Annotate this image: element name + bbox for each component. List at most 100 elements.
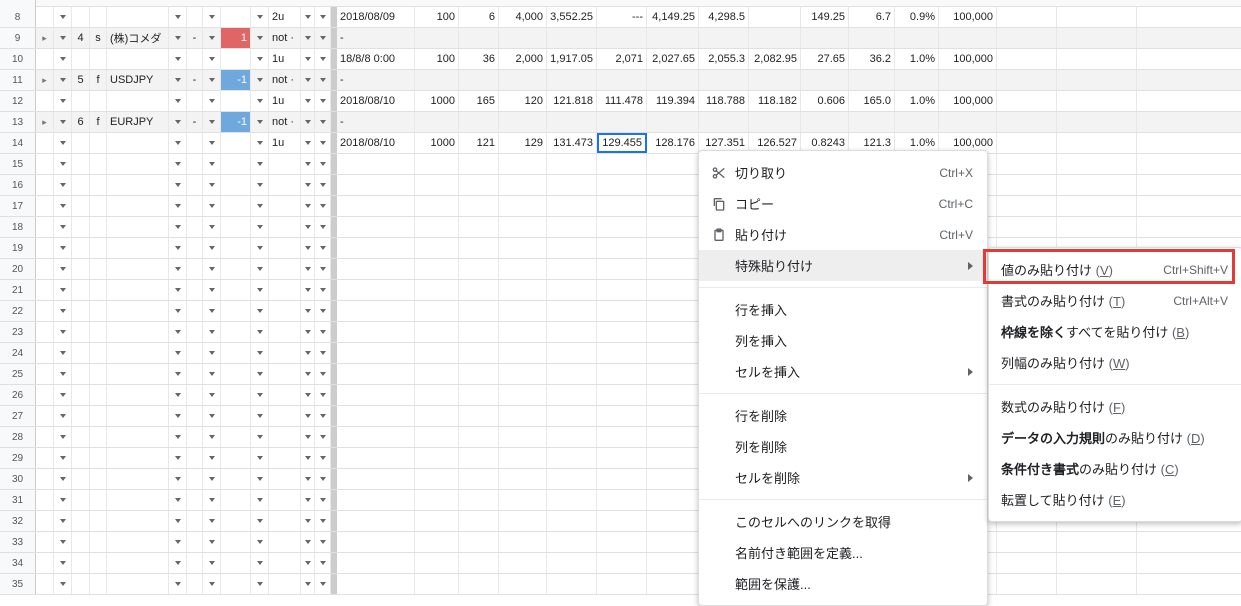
cell[interactable] [54, 490, 72, 510]
cell[interactable] [415, 469, 459, 489]
cell[interactable] [107, 154, 169, 174]
cell[interactable] [459, 385, 499, 405]
cell[interactable] [459, 322, 499, 342]
cell[interactable] [221, 553, 251, 573]
dropdown-icon[interactable] [60, 540, 66, 544]
cell[interactable] [90, 343, 107, 363]
cell[interactable]: ▸ [36, 70, 54, 90]
cell[interactable] [1057, 7, 1137, 27]
cell[interactable] [337, 259, 415, 279]
cell[interactable] [315, 364, 331, 384]
cell[interactable] [415, 574, 459, 594]
row-header[interactable]: 32 [0, 511, 36, 531]
cell[interactable] [251, 574, 269, 594]
cell[interactable] [459, 553, 499, 573]
cell[interactable] [203, 574, 221, 594]
cell[interactable]: 121.818 [547, 91, 597, 111]
cell[interactable] [54, 280, 72, 300]
cell[interactable] [269, 490, 301, 510]
cell[interactable]: 18/8/8 0:00 [337, 49, 415, 69]
cell[interactable] [36, 532, 54, 552]
cell[interactable] [315, 154, 331, 174]
cell[interactable] [1057, 532, 1137, 552]
cell[interactable] [169, 91, 187, 111]
cell[interactable] [547, 511, 597, 531]
cell[interactable] [54, 385, 72, 405]
dropdown-icon[interactable] [305, 36, 311, 40]
cell[interactable] [459, 259, 499, 279]
cell[interactable] [459, 238, 499, 258]
cell[interactable] [36, 490, 54, 510]
cell[interactable] [895, 112, 939, 132]
cell[interactable] [169, 7, 187, 27]
dropdown-icon[interactable] [257, 498, 263, 502]
dropdown-icon[interactable] [257, 267, 263, 271]
cell[interactable] [499, 112, 547, 132]
cell[interactable] [337, 154, 415, 174]
cell[interactable]: 6 [72, 112, 90, 132]
cell[interactable] [203, 280, 221, 300]
dropdown-icon[interactable] [175, 162, 181, 166]
cell[interactable] [597, 217, 647, 237]
cell[interactable] [301, 70, 315, 90]
cell[interactable] [251, 448, 269, 468]
cell[interactable] [72, 49, 90, 69]
dropdown-icon[interactable] [305, 162, 311, 166]
dropdown-icon[interactable] [209, 582, 215, 586]
dropdown-icon[interactable] [305, 141, 311, 145]
dropdown-icon[interactable] [209, 477, 215, 481]
cell[interactable] [315, 343, 331, 363]
cell[interactable] [499, 217, 547, 237]
cell[interactable]: 149.25 [801, 7, 849, 27]
dropdown-icon[interactable] [209, 309, 215, 313]
cell[interactable] [221, 364, 251, 384]
dropdown-icon[interactable] [175, 456, 181, 460]
cell[interactable] [203, 532, 221, 552]
cell[interactable] [315, 574, 331, 594]
cell[interactable] [269, 427, 301, 447]
cell[interactable]: 1u [269, 133, 301, 153]
cell[interactable] [997, 217, 1057, 237]
cell[interactable] [54, 364, 72, 384]
cell[interactable] [107, 511, 169, 531]
cell[interactable] [221, 196, 251, 216]
cell[interactable]: 1 [221, 28, 251, 48]
cell[interactable] [459, 427, 499, 447]
cell[interactable] [251, 301, 269, 321]
cell[interactable] [315, 385, 331, 405]
cell[interactable] [203, 196, 221, 216]
cell[interactable]: not · [269, 28, 301, 48]
cell[interactable] [36, 154, 54, 174]
cell[interactable] [203, 427, 221, 447]
cell[interactable]: 3,552.25 [547, 7, 597, 27]
cell[interactable] [337, 280, 415, 300]
cell[interactable] [54, 112, 72, 132]
cell[interactable] [301, 532, 315, 552]
cell[interactable] [221, 532, 251, 552]
cell[interactable] [597, 280, 647, 300]
cell[interactable] [251, 364, 269, 384]
cell[interactable] [597, 238, 647, 258]
cell[interactable] [203, 469, 221, 489]
row-header[interactable]: 23 [0, 322, 36, 342]
cell[interactable] [647, 574, 699, 594]
cell[interactable] [301, 448, 315, 468]
cell[interactable] [301, 322, 315, 342]
cell[interactable] [997, 49, 1057, 69]
cell[interactable] [801, 112, 849, 132]
dropdown-icon[interactable] [305, 561, 311, 565]
cell[interactable] [301, 112, 315, 132]
cell[interactable] [415, 406, 459, 426]
cell[interactable] [221, 322, 251, 342]
cell[interactable] [647, 385, 699, 405]
dropdown-icon[interactable] [305, 477, 311, 481]
cell[interactable] [203, 238, 221, 258]
cell[interactable] [699, 70, 749, 90]
cell[interactable] [36, 7, 54, 27]
cell[interactable] [72, 301, 90, 321]
cell[interactable] [301, 343, 315, 363]
cell[interactable] [54, 574, 72, 594]
dropdown-icon[interactable] [305, 99, 311, 103]
cell[interactable] [54, 175, 72, 195]
cell[interactable] [251, 196, 269, 216]
